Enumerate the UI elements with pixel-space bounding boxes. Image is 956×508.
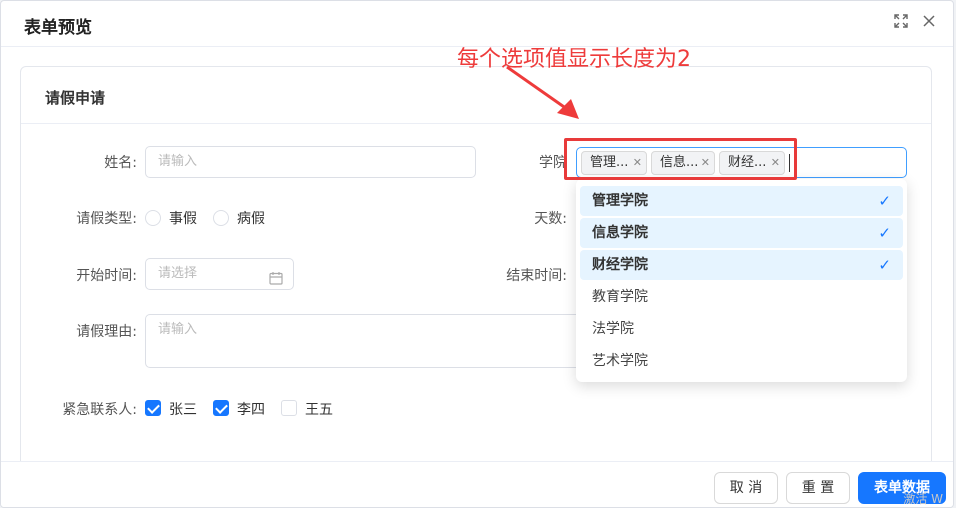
dialog-footer: 取 消 重 置 表单数据 — [1, 461, 953, 507]
radio-sick-leave-label: 病假 — [237, 211, 265, 227]
dialog-title: 表单预览 — [24, 18, 92, 38]
close-icon[interactable] — [920, 14, 938, 32]
checkbox-contact-zhangsan[interactable] — [145, 400, 161, 416]
dropdown-option[interactable]: 艺术学院 — [580, 346, 903, 376]
card-divider — [21, 123, 931, 124]
calendar-icon — [269, 267, 283, 297]
leave-type-label: 请假类型: — [76, 211, 137, 227]
check-icon: ✓ — [878, 256, 891, 274]
dropdown-option-label: 管理学院 — [592, 193, 648, 209]
checkbox-contact-lisi-label: 李四 — [237, 402, 265, 418]
form-preview-dialog: 表单预览 请假申请 姓名: 请输入 学院 请假类型: 事假 病假 天数: 开始时… — [0, 0, 954, 508]
checkbox-contact-wangwu-label: 王五 — [305, 402, 333, 418]
annotation-arrow — [506, 65, 579, 119]
college-label: 学院 — [539, 155, 567, 171]
reason-textarea[interactable]: 请输入 — [145, 314, 585, 368]
start-time-picker[interactable]: 请选择 — [145, 258, 294, 290]
name-input[interactable]: 请输入 — [145, 146, 476, 178]
checkbox-contact-zhangsan-label: 张三 — [169, 402, 197, 418]
dropdown-option-label: 教育学院 — [592, 289, 648, 305]
fullscreen-icon[interactable] — [892, 14, 910, 32]
dropdown-option-label: 法学院 — [592, 321, 634, 337]
radio-personal-leave-label: 事假 — [169, 211, 197, 227]
dropdown-option[interactable]: 管理学院 ✓ — [580, 186, 903, 216]
dropdown-option[interactable]: 法学院 — [580, 314, 903, 344]
checkbox-contact-wangwu[interactable] — [281, 400, 297, 416]
reason-label: 请假理由: — [76, 324, 137, 340]
radio-personal-leave[interactable] — [145, 210, 161, 226]
annotation-highlight-box — [564, 138, 797, 180]
dropdown-option[interactable]: 信息学院 ✓ — [580, 218, 903, 248]
dropdown-option[interactable]: 教育学院 — [580, 282, 903, 312]
radio-sick-leave[interactable] — [213, 210, 229, 226]
check-icon: ✓ — [878, 224, 891, 242]
check-icon: ✓ — [878, 192, 891, 210]
dropdown-option-label: 艺术学院 — [592, 353, 648, 369]
dropdown-option[interactable]: 财经学院 ✓ — [580, 250, 903, 280]
name-label: 姓名: — [104, 155, 137, 171]
contacts-label: 紧急联系人: — [62, 402, 137, 418]
card-title: 请假申请 — [45, 89, 106, 107]
cancel-button[interactable]: 取 消 — [714, 472, 778, 504]
college-dropdown: 管理学院 ✓ 信息学院 ✓ 财经学院 ✓ 教育学院 法学院 艺术学院 — [576, 179, 907, 382]
checkbox-contact-lisi[interactable] — [213, 400, 229, 416]
activation-watermark: 激活 W — [903, 492, 943, 506]
reset-button[interactable]: 重 置 — [786, 472, 850, 504]
start-time-label: 开始时间: — [76, 268, 137, 284]
days-label: 天数: — [534, 211, 567, 227]
start-time-placeholder: 请选择 — [158, 266, 198, 281]
end-time-label: 结束时间: — [506, 268, 567, 284]
dropdown-option-label: 财经学院 — [592, 257, 648, 273]
dropdown-option-label: 信息学院 — [592, 225, 648, 241]
